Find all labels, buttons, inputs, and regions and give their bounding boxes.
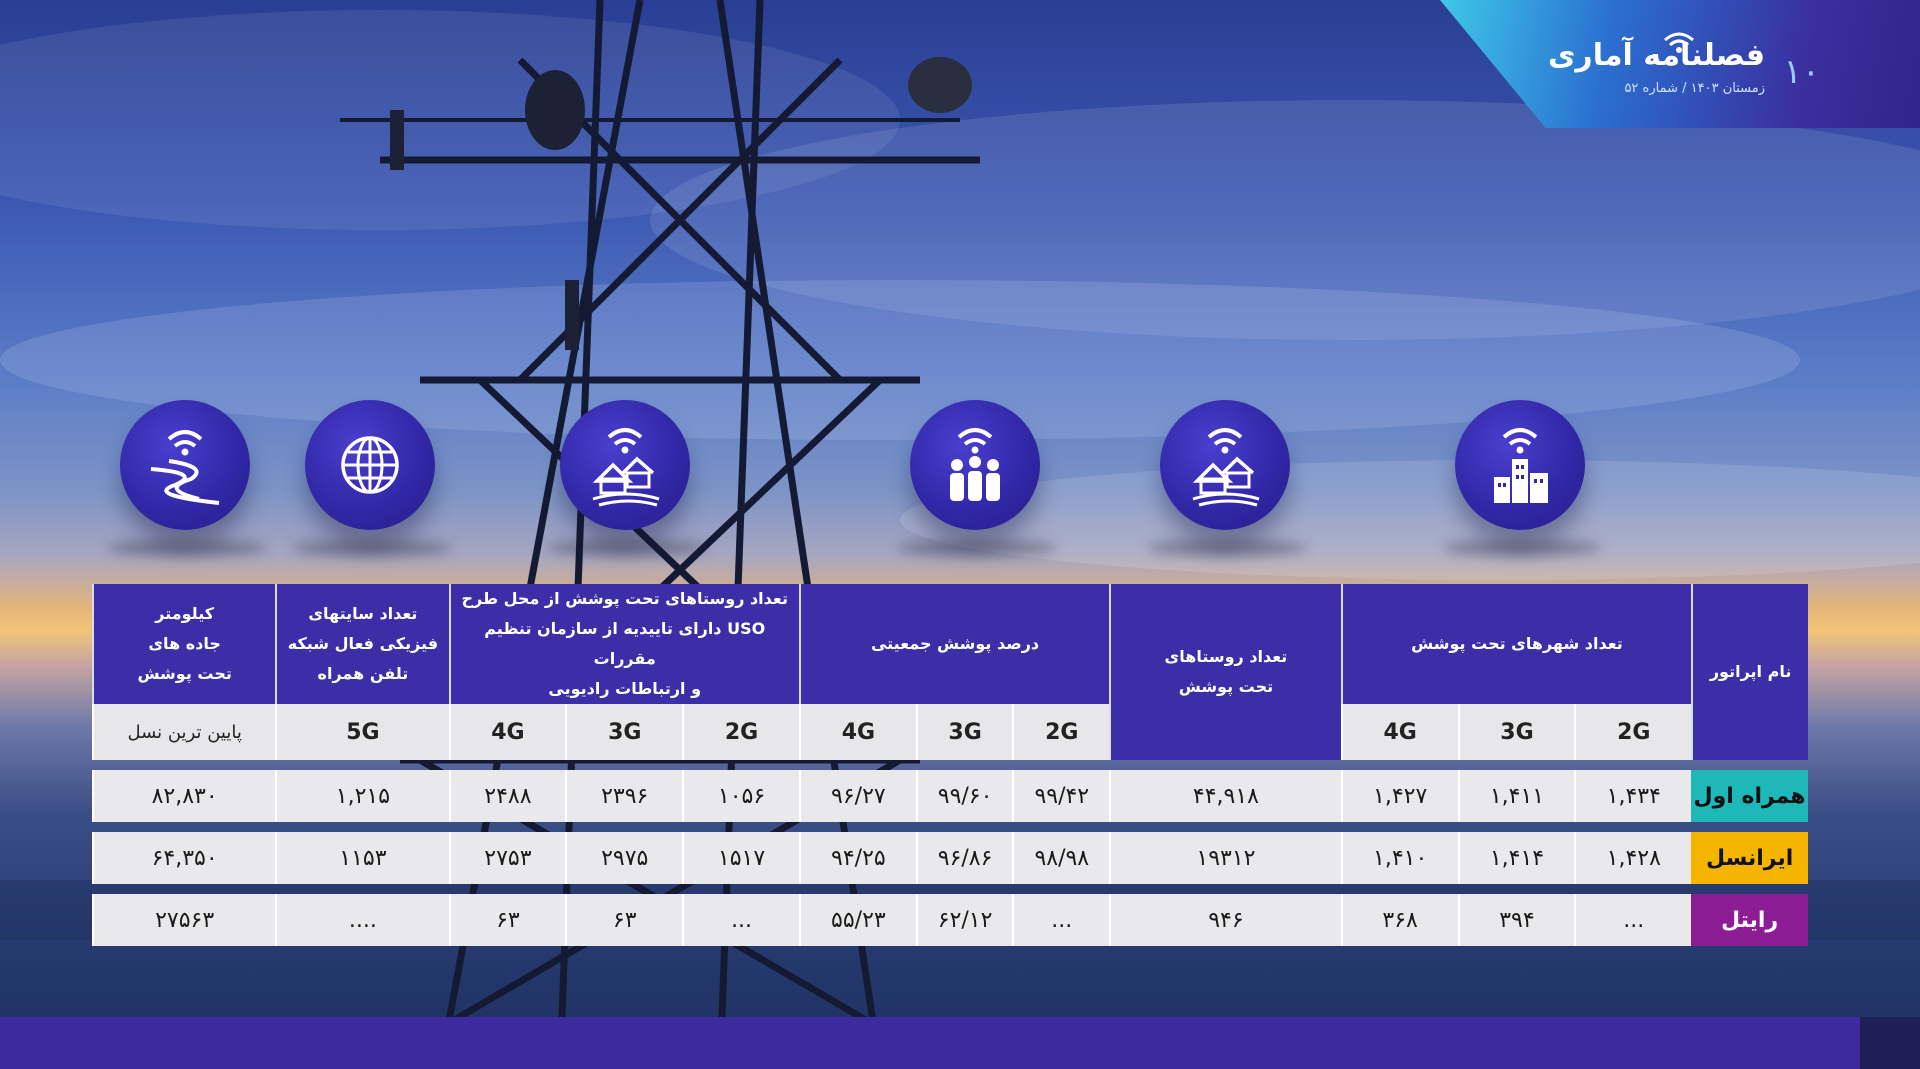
table-cell: ۹۹/۴۲ — [1012, 770, 1110, 822]
brand-logo: فصلنامه آماری زمستان ۱۴۰۳ / شماره ۵۲ — [1548, 38, 1765, 96]
sub-uso-4g: 4G — [448, 704, 566, 760]
header-sites: تعداد سایتهای فیزیکی فعال شبکه تلفن همرا… — [275, 584, 449, 704]
sub-pop-3g: 3G — [915, 704, 1013, 760]
table-cell: ... — [1012, 894, 1110, 946]
table-cell: ۹۹/۶۰ — [915, 770, 1013, 822]
footer-bar-accent — [1860, 1017, 1920, 1069]
operator-cell: ایرانسل — [1691, 832, 1808, 884]
table-cell: ۲۳۹۶ — [565, 770, 683, 822]
table-cell: ۲۴۸۸ — [448, 770, 566, 822]
sub-uso-2g: 2G — [682, 704, 799, 760]
table-cell: ۱,۴۲۷ — [1340, 770, 1458, 822]
table-cell: ۹۴۶ — [1109, 894, 1341, 946]
village-wifi-icon — [560, 400, 690, 530]
header-uso: تعداد روستاهای تحت پوشش از محل طرح USO د… — [448, 584, 799, 704]
table-cell: ۴۴,۹۱۸ — [1109, 770, 1341, 822]
road-wifi-icon — [120, 400, 250, 530]
header-operator: نام اپراتور — [1691, 584, 1808, 760]
page-number: ۱۰ — [1783, 52, 1820, 92]
header-villages: تعداد روستاهای تحت پوشش — [1109, 584, 1341, 760]
table-cell: ۱۱۵۳ — [275, 832, 449, 884]
table-cell: ۶۳ — [448, 894, 566, 946]
table-cell: ۲۷۵۶۳ — [92, 894, 276, 946]
sub-cities-4g: 4G — [1340, 704, 1458, 760]
table-cell: ۶۳ — [565, 894, 683, 946]
table-cell: ۸۲,۸۳۰ — [92, 770, 276, 822]
icon-shadow — [1147, 540, 1307, 556]
table-cell: ۱۹۳۱۲ — [1109, 832, 1341, 884]
header-population: درصد پوشش جمعیتی — [798, 584, 1110, 704]
header-cities: تعداد شهرهای تحت پوشش — [1340, 584, 1692, 704]
table-row-rightel: رایتل ... ۳۹۴ ۳۶۸ ۹۴۶ ... ۶۲/۱۲ ۵۵/۲۳ ..… — [92, 894, 1808, 946]
icon-shadow — [292, 540, 452, 556]
table-cell: ۱,۴۳۴ — [1574, 770, 1692, 822]
village-wifi-icon — [1160, 400, 1290, 530]
table-row-irancell: ایرانسل ۱,۴۲۸ ۱,۴۱۴ ۱,۴۱۰ ۱۹۳۱۲ ۹۸/۹۸ ۹۶… — [92, 832, 1808, 884]
table-cell: ۳۶۸ — [1340, 894, 1458, 946]
operator-cell: همراه اول — [1691, 770, 1808, 822]
footer-bar — [0, 1017, 1920, 1069]
table-cell: ۶۲/۱۲ — [915, 894, 1013, 946]
table-cell: ۱,۴۱۴ — [1457, 832, 1575, 884]
icon-shadow — [1442, 540, 1602, 556]
header-roads: کیلومتر جاده های تحت پوشش — [92, 584, 276, 704]
brand-title: فصلنامه آماری — [1547, 38, 1765, 73]
population-wifi-icon — [910, 400, 1040, 530]
sub-uso-3g: 3G — [565, 704, 683, 760]
table-cell: ۱,۴۱۱ — [1457, 770, 1575, 822]
table-cell: ۱۵۱۷ — [682, 832, 799, 884]
table-cell: ۹۸/۹۸ — [1012, 832, 1110, 884]
table-cell: ۱۰۵۶ — [682, 770, 799, 822]
table-cell: ۲۹۷۵ — [565, 832, 683, 884]
table-cell: ۹۶/۸۶ — [915, 832, 1013, 884]
sub-pop-2g: 2G — [1012, 704, 1110, 760]
coverage-table: نام اپراتور تعداد شهرهای تحت پوشش تعداد … — [92, 584, 1808, 946]
icon-shadow — [897, 540, 1057, 556]
city-wifi-icon — [1455, 400, 1585, 530]
table-cell: ۶۴,۳۵۰ — [92, 832, 276, 884]
sub-pop-4g: 4G — [798, 704, 916, 760]
sub-roads-lowest: پایین ترین نسل — [92, 704, 276, 760]
table-cell: ۱,۴۲۸ — [1574, 832, 1692, 884]
table-cell: ... — [682, 894, 799, 946]
icon-shadow — [547, 540, 707, 556]
table-cell: ۵۵/۲۳ — [798, 894, 916, 946]
table-cell: ۳۹۴ — [1457, 894, 1575, 946]
table-cell: ۱,۲۱۵ — [275, 770, 449, 822]
table-cell: ۹۴/۲۵ — [798, 832, 916, 884]
brand-subtitle: زمستان ۱۴۰۳ / شماره ۵۲ — [1624, 81, 1765, 96]
icon-shadow — [107, 540, 267, 556]
sub-cities-2g: 2G — [1574, 704, 1692, 760]
table-cell: ۱,۴۱۰ — [1340, 832, 1458, 884]
sub-sites-5g: 5G — [275, 704, 449, 760]
sub-cities-3g: 3G — [1457, 704, 1575, 760]
table-cell: .... — [275, 894, 449, 946]
table-cell: ۹۶/۲۷ — [798, 770, 916, 822]
table-cell: ... — [1574, 894, 1692, 946]
table-row-hamrah: همراه اول ۱,۴۳۴ ۱,۴۱۱ ۱,۴۲۷ ۴۴,۹۱۸ ۹۹/۴۲… — [92, 770, 1808, 822]
operator-cell: رایتل — [1691, 894, 1808, 946]
globe-icon — [305, 400, 435, 530]
table-cell: ۲۷۵۳ — [448, 832, 566, 884]
